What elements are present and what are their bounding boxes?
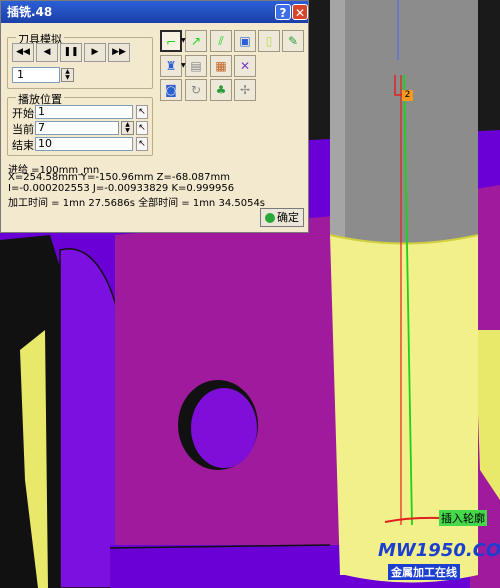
- step-forward-button[interactable]: ▶: [84, 43, 106, 62]
- xyz-readout: X=254.58mm Y=-150.96mm Z=-68.087mm: [8, 172, 230, 183]
- watermark: MW1950.COM 金属加工在线: [360, 540, 500, 584]
- save-icon[interactable]: ▤: [185, 55, 207, 77]
- point-tag: 2: [402, 90, 413, 101]
- ijk-readout: I=-0.000202553 J=-0.00933829 K=0.999956: [8, 183, 235, 194]
- camera-icon[interactable]: ◙: [160, 79, 182, 101]
- close-button[interactable]: ✕: [292, 4, 308, 20]
- clipboard-icon[interactable]: ▦: [210, 55, 232, 77]
- end-field[interactable]: 10: [35, 137, 133, 151]
- ok-button-label: 确定: [277, 211, 299, 224]
- ok-button[interactable]: 确定: [260, 208, 304, 227]
- watermark-subtitle: 金属加工在线: [388, 564, 460, 580]
- tree-icon[interactable]: ♣: [210, 79, 232, 101]
- ok-icon: [265, 213, 275, 223]
- help-button[interactable]: ?: [275, 4, 291, 20]
- start-label: 开始: [12, 107, 34, 120]
- dialog-titlebar[interactable]: 插铣.48 ? ✕: [1, 1, 308, 23]
- simulation-dialog: 插铣.48 ? ✕ 刀具模拟 ◀◀ ◀ ❚❚ ▶ ▶▶ 1 ▲ ▼ 播放位置 开始…: [0, 0, 309, 233]
- palette-icon[interactable]: ✎: [282, 30, 304, 52]
- pause-button[interactable]: ❚❚: [60, 43, 82, 62]
- photo-icon[interactable]: ▣: [234, 30, 256, 52]
- tool-icon[interactable]: ♜: [160, 55, 182, 77]
- tool-highlight: [330, 0, 345, 240]
- fan-icon[interactable]: ✢: [234, 79, 256, 101]
- hole-inner: [191, 388, 257, 468]
- end-label: 结束: [12, 139, 34, 152]
- rotate-icon[interactable]: ↻: [185, 79, 207, 101]
- dropdown-arrow-icon[interactable]: ▼: [181, 55, 186, 77]
- compare-icon[interactable]: ✕: [234, 55, 256, 77]
- plunge-label: 插入轮廓: [439, 510, 487, 526]
- current-field[interactable]: 7: [35, 121, 119, 135]
- current-pick-icon[interactable]: ↖: [136, 121, 148, 135]
- fast-forward-button[interactable]: ▶▶: [108, 43, 130, 62]
- rewind-button[interactable]: ◀◀: [12, 43, 34, 62]
- current-label: 当前: [12, 123, 34, 136]
- tube-icon[interactable]: ▯: [258, 30, 280, 52]
- bottom-face: [110, 545, 345, 588]
- step-spinner[interactable]: ▲ ▼: [61, 68, 74, 82]
- step-back-button[interactable]: ◀: [36, 43, 58, 62]
- start-field[interactable]: 1: [35, 105, 133, 119]
- dialog-title: 插铣.48: [7, 5, 53, 19]
- end-pick-icon[interactable]: ↖: [136, 137, 148, 151]
- start-pick-icon[interactable]: ↖: [136, 105, 148, 119]
- cut-icon[interactable]: ⫽: [210, 30, 232, 52]
- step-input[interactable]: 1: [12, 67, 60, 83]
- magenta-face: [115, 215, 345, 545]
- tool-cutter: [330, 235, 478, 583]
- time-readout: 加工时间 = 1mn 27.5686s 全部时间 = 1mn 34.5054s: [8, 198, 266, 209]
- dropdown-arrow-icon[interactable]: ▼: [181, 30, 186, 52]
- path-icon[interactable]: ⌐: [160, 30, 182, 52]
- arrow-path-icon[interactable]: ↗: [185, 30, 207, 52]
- watermark-site: MW1950.COM: [378, 540, 500, 561]
- current-spinner[interactable]: ▲ ▼: [121, 121, 134, 135]
